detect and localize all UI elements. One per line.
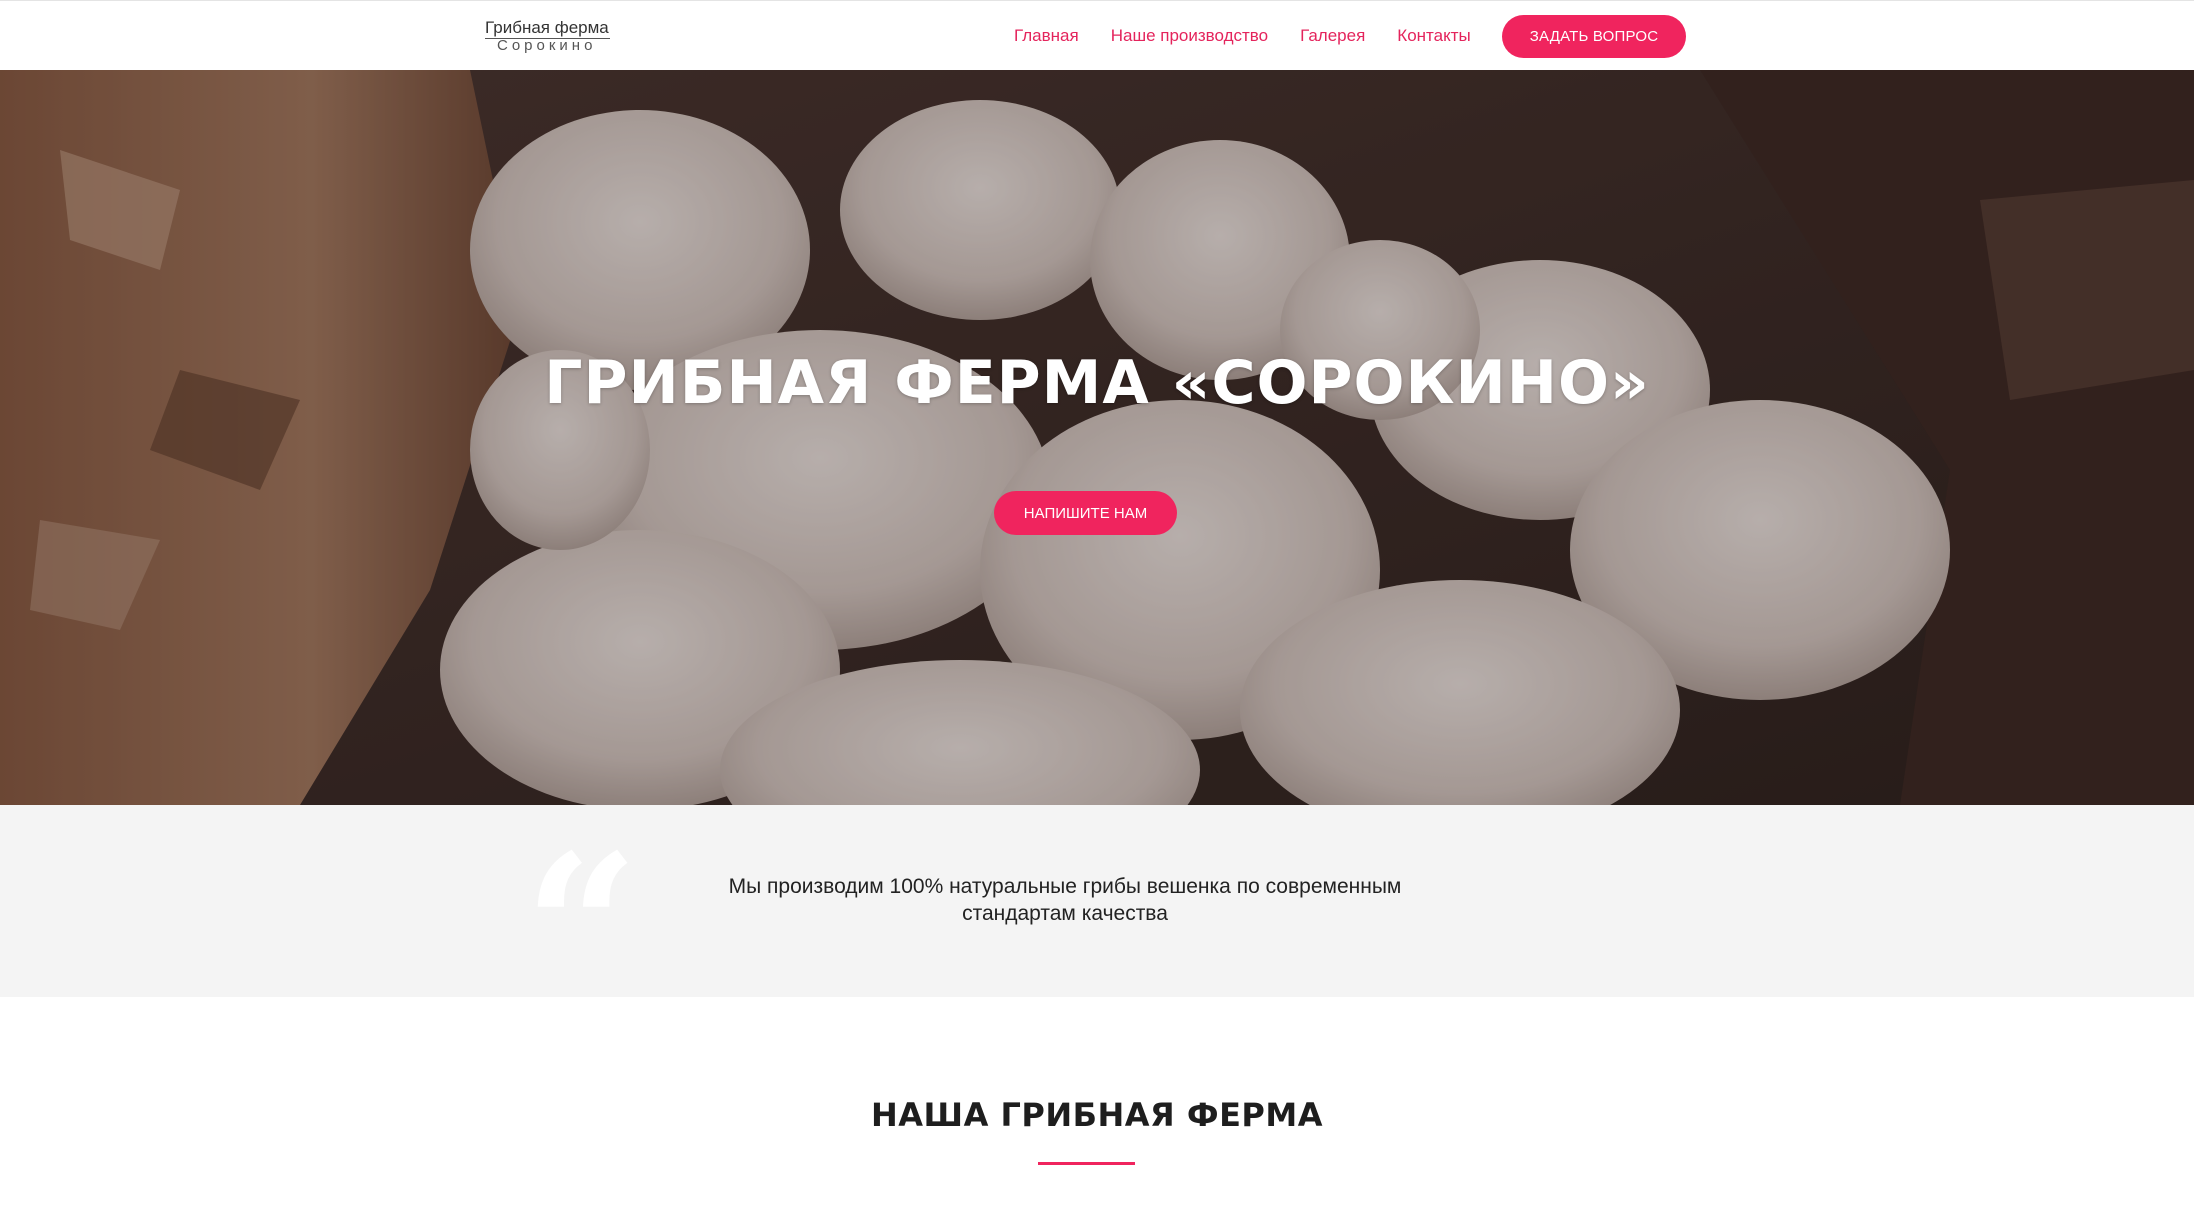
quote-text: Мы производим 100% натуральные грибы веш… <box>728 875 1402 925</box>
ask-question-button[interactable]: ЗАДАТЬ ВОПРОС <box>1502 15 1686 58</box>
section-title: НАША ГРИБНАЯ ФЕРМА <box>871 1096 1323 1134</box>
nav-link-home[interactable]: Главная <box>1014 25 1079 47</box>
quote-section: “ Мы производим 100% натуральные грибы в… <box>0 805 2194 1029</box>
logo[interactable]: Грибная ферма Сорокино <box>485 19 610 53</box>
hero-title: ГРИБНАЯ ФЕРМА «СОРОКИНО» <box>544 348 1650 418</box>
hero-overlay <box>0 70 2194 805</box>
nav-link-production[interactable]: Наше производство <box>1111 25 1268 47</box>
hero-section: ГРИБНАЯ ФЕРМА «СОРОКИНО» НАПИШИТЕ НАМ <box>0 70 2194 805</box>
nav-link-gallery[interactable]: Галерея <box>1300 25 1365 47</box>
write-us-button[interactable]: НАПИШИТЕ НАМ <box>994 491 1177 535</box>
nav-link-contacts[interactable]: Контакты <box>1397 25 1470 47</box>
quote-mark-icon: “ <box>524 811 640 1046</box>
logo-title: Грибная ферма <box>485 18 610 39</box>
section-divider <box>1038 1162 1135 1165</box>
logo-subtitle: Сорокино <box>497 37 597 54</box>
site-header: Грибная ферма Сорокино Главная Наше прои… <box>0 0 2194 70</box>
main-nav: Главная Наше производство Галерея Контак… <box>1014 25 1471 47</box>
